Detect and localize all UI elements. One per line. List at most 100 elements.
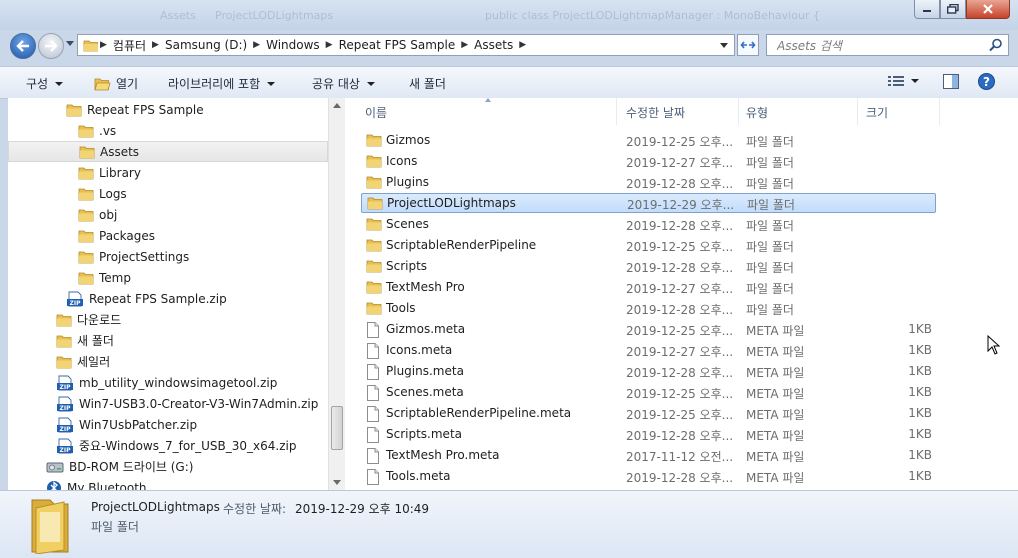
forward-button[interactable] xyxy=(38,33,64,59)
tree-item-label: obj xyxy=(99,207,118,222)
tree-item[interactable]: ZIP 중요-Windows_7_for_USB_30_x64.zip xyxy=(56,435,296,456)
tree-item[interactable]: ZIP Win7UsbPatcher.zip xyxy=(56,414,197,435)
column-header-name[interactable]: 이름 xyxy=(365,104,387,121)
file-row[interactable]: TextMesh Pro 2019-12-27 오후... 파일 폴더 xyxy=(361,277,936,297)
file-row[interactable]: Scripts 2019-12-28 오후... 파일 폴더 xyxy=(361,256,936,276)
minimize-button[interactable] xyxy=(914,0,940,19)
file-row[interactable]: Icons.meta 2019-12-27 오후... META 파일 1KB xyxy=(361,340,936,360)
breadcrumb-separator[interactable]: ▶ xyxy=(99,40,108,50)
breadcrumb-separator[interactable]: ▶ xyxy=(460,40,469,50)
scrollbar-thumb[interactable] xyxy=(331,406,343,450)
file-date: 2019-12-28 오후... xyxy=(626,261,734,275)
file-row[interactable]: Plugins 2019-12-28 오후... 파일 폴더 xyxy=(361,172,936,192)
file-icon xyxy=(366,406,380,425)
help-button[interactable]: ? xyxy=(978,73,995,90)
close-button[interactable] xyxy=(966,0,1010,19)
organize-button[interactable]: 구성 xyxy=(26,75,64,92)
navigation-pane[interactable]: Repeat FPS Sample .vs Assets Library Logs obj… xyxy=(8,98,328,490)
preview-pane-button[interactable] xyxy=(943,74,959,89)
tree-item[interactable]: 새 폴더 xyxy=(56,330,114,351)
file-row[interactable]: Tools 2019-12-28 오후... 파일 폴더 xyxy=(361,298,936,318)
column-divider[interactable] xyxy=(857,98,858,125)
file-date: 2019-12-25 오후... xyxy=(626,324,734,338)
tree-item[interactable]: .vs xyxy=(78,120,116,141)
tree-item[interactable]: Assets xyxy=(8,141,328,162)
file-size: 1KB xyxy=(908,385,932,399)
breadcrumb-separator[interactable]: ▶ xyxy=(252,40,261,50)
tree-item[interactable]: Repeat FPS Sample xyxy=(66,99,204,120)
search-input[interactable] xyxy=(775,36,979,56)
file-row[interactable]: Scenes.meta 2019-12-25 오후... META 파일 1KB xyxy=(361,382,936,402)
file-row[interactable]: ScriptableRenderPipeline.meta 2019-12-25 … xyxy=(361,403,936,423)
change-view-button[interactable] xyxy=(888,75,919,87)
column-header-date[interactable]: 수정한 날짜 xyxy=(626,104,685,121)
folder-icon xyxy=(56,334,72,348)
tree-item[interactable]: 다운로드 xyxy=(56,309,121,330)
column-header-size[interactable]: 크기 xyxy=(866,104,888,121)
tree-item[interactable]: obj xyxy=(78,204,117,225)
refresh-button[interactable] xyxy=(737,34,759,56)
tree-item[interactable]: ZIP mb_utility_windowsimagetool.zip xyxy=(56,372,277,393)
breadcrumb-item[interactable]: 컴퓨터 xyxy=(108,37,151,54)
tree-item-label: ProjectSettings xyxy=(99,249,190,264)
tree-item[interactable]: BD-ROM 드라이브 (G:) xyxy=(46,456,193,477)
breadcrumb-item[interactable]: Repeat FPS Sample xyxy=(334,38,461,52)
share-with-button[interactable]: 공유 대상 xyxy=(312,75,375,92)
breadcrumb-separator[interactable]: ▶ xyxy=(518,40,527,50)
file-row[interactable]: Plugins.meta 2019-12-28 오후... META 파일 1KB xyxy=(361,361,936,381)
tree-item[interactable]: Library xyxy=(78,162,141,183)
svg-text:ZIP: ZIP xyxy=(60,384,72,391)
tree-item-label: mb_utility_windowsimagetool.zip xyxy=(79,375,278,390)
open-button[interactable]: 열기 xyxy=(94,75,138,92)
file-type: 파일 폴더 xyxy=(746,219,794,233)
file-icon xyxy=(366,343,380,362)
include-in-library-button[interactable]: 라이브러리에 포함 xyxy=(168,75,276,92)
breadcrumb-item[interactable]: Samsung (D:) xyxy=(160,38,252,52)
recent-pages-dropdown[interactable] xyxy=(66,41,74,46)
preview-pane-icon xyxy=(943,74,959,89)
new-folder-button[interactable]: 새 폴더 xyxy=(409,75,446,92)
tree-item-label: My Bluetooth xyxy=(67,480,147,491)
file-row[interactable]: ScriptableRenderPipeline 2019-12-25 오후...… xyxy=(361,235,936,255)
file-row[interactable]: Icons 2019-12-27 오후... 파일 폴더 xyxy=(361,151,936,171)
search-icon[interactable] xyxy=(989,38,1003,52)
column-divider[interactable] xyxy=(738,98,739,125)
file-row[interactable]: TextMesh Pro.meta 2017-11-12 오전... META 파일… xyxy=(361,445,936,465)
file-name: Plugins.meta xyxy=(386,364,464,378)
svg-text:?: ? xyxy=(983,75,990,89)
file-row[interactable]: Gizmos.meta 2019-12-25 오후... META 파일 1KB xyxy=(361,319,936,339)
breadcrumb-separator[interactable]: ▶ xyxy=(325,40,334,50)
scroll-up-arrow-icon[interactable] xyxy=(333,103,341,108)
column-header-type[interactable]: 유형 xyxy=(746,104,768,121)
tree-item[interactable]: Temp xyxy=(78,267,131,288)
column-divider[interactable] xyxy=(616,98,617,125)
tree-item[interactable]: Logs xyxy=(78,183,127,204)
file-type: 파일 폴더 xyxy=(746,177,794,191)
file-size: 1KB xyxy=(908,469,932,483)
navigation-scrollbar[interactable] xyxy=(328,98,345,490)
breadcrumb-item[interactable]: Windows xyxy=(261,38,325,52)
tree-item[interactable]: My Bluetooth xyxy=(46,477,147,490)
file-row[interactable]: Scripts.meta 2019-12-28 오후... META 파일 1KB xyxy=(361,424,936,444)
file-row[interactable]: Tools.meta 2019-12-28 오후... META 파일 1KB xyxy=(361,466,936,486)
maximize-button[interactable] xyxy=(940,0,966,19)
tree-item[interactable]: 세일러 xyxy=(56,351,110,372)
tree-item[interactable]: ProjectSettings xyxy=(78,246,189,267)
scroll-down-arrow-icon[interactable] xyxy=(333,480,341,485)
back-button[interactable] xyxy=(10,33,36,59)
address-history-dropdown[interactable] xyxy=(720,43,728,48)
tree-item[interactable]: Packages xyxy=(78,225,155,246)
file-row[interactable]: Scenes 2019-12-28 오후... 파일 폴더 xyxy=(361,214,936,234)
address-bar[interactable]: ▶ 컴퓨터 ▶ Samsung (D:) ▶ Windows ▶ Repeat … xyxy=(77,34,735,56)
file-row[interactable]: ProjectLODLightmaps 2019-12-29 오후... 파일 폴더 xyxy=(361,193,936,213)
tree-item[interactable]: ZIP Win7-USB3.0-Creator-V3-Win7Admin.zip xyxy=(56,393,318,414)
tree-item[interactable]: ZIP Repeat FPS Sample.zip xyxy=(66,288,227,309)
breadcrumb-separator[interactable]: ▶ xyxy=(151,40,160,50)
tree-item-label: Temp xyxy=(99,270,131,285)
title-bar[interactable]: Assets ProjectLODLightmaps public class … xyxy=(0,0,1018,30)
file-list[interactable]: 이름 수정한 날짜 유형 크기 Gizmos 2019-12-25 오후... 파일… xyxy=(351,98,1018,490)
breadcrumb-item[interactable]: Assets xyxy=(469,38,518,52)
file-row[interactable]: Gizmos 2019-12-25 오후... 파일 폴더 xyxy=(361,130,936,150)
file-size: 1KB xyxy=(908,343,932,357)
column-divider[interactable] xyxy=(939,98,940,125)
